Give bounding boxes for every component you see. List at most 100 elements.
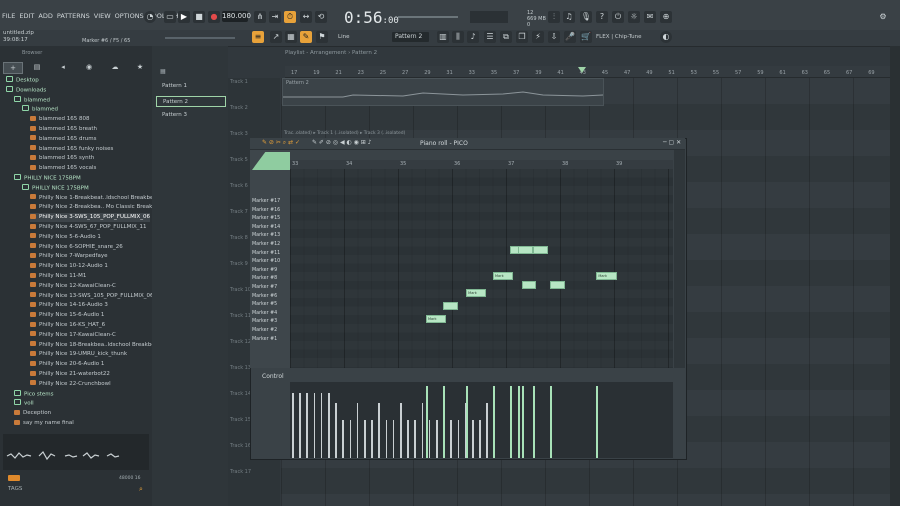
browser-item[interactable]: Philly Nice 10-12-Audio 1 <box>30 262 108 271</box>
pattern-selector[interactable]: Pattern 2 <box>392 32 429 42</box>
marker-label[interactable]: Marker #11 <box>251 250 290 258</box>
menu-item-add[interactable]: ADD <box>38 12 52 20</box>
midi-note[interactable] <box>533 246 548 255</box>
midi-note[interactable]: Mark <box>492 272 514 281</box>
note-velocity-bar[interactable] <box>492 386 495 458</box>
velocity-bar[interactable] <box>385 420 388 458</box>
pattern-clip[interactable] <box>282 78 604 106</box>
browser-cloud-tab-icon[interactable]: ☁ <box>106 62 124 72</box>
velocity-bar[interactable] <box>313 393 316 458</box>
track-label[interactable]: Track 14 <box>230 391 251 397</box>
piano-icon[interactable]: ▦ <box>160 68 166 75</box>
note-velocity-bar[interactable] <box>443 386 446 458</box>
browser-view-icon[interactable]: ☰ <box>484 31 496 43</box>
plug-icon[interactable]: ⚡ <box>532 31 544 43</box>
browser-item[interactable]: PHILLY NICE 175BPM <box>22 183 89 193</box>
browser-item[interactable]: Philly Nice 13-SWS_105_POP_FULLMIX_06 <box>30 292 154 301</box>
marker-label[interactable]: Marker #4 <box>251 310 290 318</box>
midi-note[interactable] <box>518 246 533 255</box>
browser-all-tab-icon[interactable]: + <box>3 62 23 74</box>
browser-item[interactable]: Philly Nice 22-Crunchbowl <box>30 380 111 389</box>
midi-note[interactable]: Mark <box>466 289 487 298</box>
settings-icon[interactable]: ⚙ <box>877 11 889 23</box>
marker-label[interactable]: Marker #6 <box>251 293 290 301</box>
master-pitch-slider[interactable] <box>398 16 458 18</box>
velocity-bar[interactable] <box>421 403 424 458</box>
mic-record-icon[interactable]: 🎤 <box>564 31 576 43</box>
midi-note[interactable] <box>550 280 565 289</box>
note-velocity-bar[interactable] <box>533 386 536 458</box>
power-icon[interactable]: ◐ <box>660 31 672 43</box>
browser-item[interactable]: Philly Nice 14-16-Audio 3 <box>30 301 108 310</box>
browser-item[interactable]: Philly Nice 3-SWS_105_POP_FULLMIX_06 <box>30 213 150 223</box>
mixer-icon[interactable]: ⫶ <box>548 11 560 23</box>
velocity-bar[interactable] <box>428 420 431 458</box>
pat-song-toggle[interactable]: ▭ <box>164 11 176 23</box>
export-icon[interactable]: ⇩ <box>548 31 560 43</box>
pattern-item[interactable]: Pattern 2 <box>156 95 226 107</box>
stop-button[interactable]: ■ <box>193 11 205 23</box>
velocity-bar[interactable] <box>328 393 330 458</box>
browser-item[interactable]: Philly Nice 11-M1 <box>30 272 86 281</box>
track-label[interactable]: Track 17 <box>230 469 251 475</box>
marker-label[interactable]: Marker #5 <box>251 301 290 309</box>
velocity-bar[interactable] <box>472 420 474 458</box>
velocity-bar[interactable] <box>457 420 460 458</box>
wait-input-icon[interactable]: ⇥ <box>269 11 281 23</box>
track-label[interactable]: Track 11 <box>230 313 251 319</box>
playlist-ruler[interactable] <box>285 66 890 78</box>
browser-item[interactable]: Philly Nice 12-KawaiClean-C <box>30 282 116 291</box>
track-label[interactable]: Track 3 <box>230 131 248 137</box>
metronome-icon[interactable]: ⋔ <box>254 11 266 23</box>
track-label[interactable]: Track 5 <box>230 157 248 163</box>
midi-note[interactable]: Mark <box>425 315 447 324</box>
control-label[interactable]: Control <box>262 373 284 380</box>
play-button[interactable]: ▶ <box>178 11 190 23</box>
pattern-item[interactable]: Pattern 3 <box>156 110 224 120</box>
playlist-icon[interactable]: ≡ <box>252 31 264 43</box>
hint-icon[interactable]: ◔ <box>144 11 156 23</box>
brush-icon[interactable]: ⚑ <box>316 31 328 43</box>
marker-label[interactable]: Marker #8 <box>251 275 290 283</box>
velocity-bar[interactable] <box>342 420 344 458</box>
browser-item[interactable]: Philly Nice 15-6-Audio 1 <box>30 311 104 320</box>
browser-item[interactable]: Downloads <box>6 85 46 95</box>
velocity-bar[interactable] <box>299 393 301 458</box>
velocity-bar[interactable] <box>378 403 380 458</box>
menu-item-view[interactable]: VIEW <box>94 12 111 20</box>
marker-label[interactable]: Marker #2 <box>251 327 290 335</box>
browser-item[interactable]: Philly Nice 6-SOPHIE_snare_26 <box>30 243 123 252</box>
browser-item[interactable]: Philly Nice 18-Breakbea..ldschool Breakb… <box>30 341 172 350</box>
pr-note-grid[interactable] <box>290 169 673 368</box>
velocity-bar[interactable] <box>292 393 294 458</box>
velocity-bar[interactable] <box>414 420 416 458</box>
blend-notes-icon[interactable]: ↔ <box>300 11 312 23</box>
browser-item[interactable]: blammed <box>22 105 58 114</box>
note-velocity-bar[interactable] <box>425 386 428 458</box>
channel-rack-icon[interactable]: ▥ <box>437 31 449 43</box>
marker-label[interactable]: Marker #12 <box>251 241 290 249</box>
pr-tools-icons[interactable]: ✎ ✐ ⊘ ◎ ◀ ◐ ◉ ⊞ ♪ <box>312 139 372 146</box>
browser-plugins-tab-icon[interactable]: ◂ <box>54 62 72 72</box>
menu-item-patterns[interactable]: PATTERNS <box>57 12 90 20</box>
record-button[interactable]: ● <box>208 11 220 23</box>
marker-label[interactable]: Marker #14 <box>251 224 290 232</box>
mixer-view-icon[interactable]: ⫼ <box>452 31 464 43</box>
browser-item[interactable]: voll <box>14 399 34 408</box>
note-velocity-bar[interactable] <box>518 386 521 458</box>
plugin-icon[interactable]: ⏻ <box>612 11 624 23</box>
pencil-icon[interactable]: ✎ <box>300 31 312 43</box>
browser-item[interactable]: say my name final <box>14 419 74 428</box>
menu-item-options[interactable]: OPTIONS <box>115 12 144 20</box>
cart-icon[interactable]: 🛒 <box>580 31 592 43</box>
marker-label[interactable]: Marker #1 <box>251 336 290 344</box>
velocity-bar[interactable] <box>371 420 373 458</box>
browser-item[interactable]: PHILLY NICE 175BPM <box>14 174 81 183</box>
pattern-item[interactable]: Pattern 1 <box>156 81 224 91</box>
velocity-bar[interactable] <box>479 420 481 458</box>
search-icon[interactable]: ⌕ <box>139 485 143 494</box>
browser-item[interactable]: blammed 165 vocals <box>30 164 96 173</box>
velocity-bar[interactable] <box>392 420 395 458</box>
browser-item[interactable]: blammed 165 breath <box>30 125 97 134</box>
track-label[interactable]: Track 16 <box>230 443 251 449</box>
